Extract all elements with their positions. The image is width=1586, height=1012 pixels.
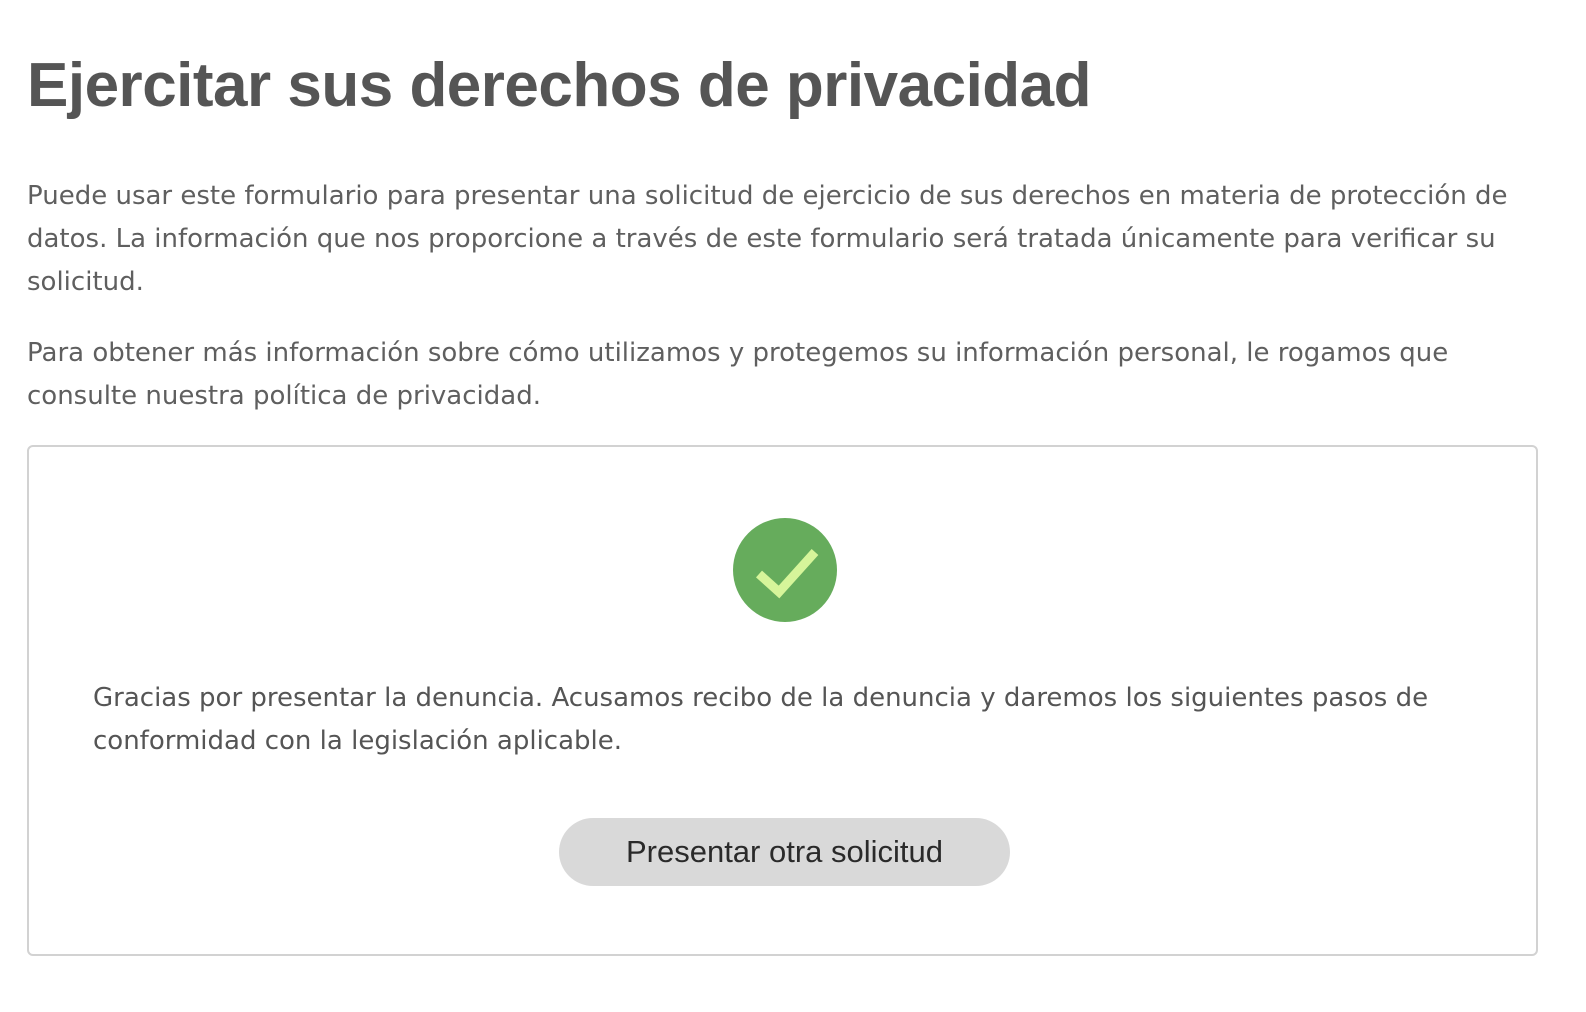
checkmark-icon — [755, 548, 819, 599]
intro-paragraph: Puede usar este formulario para presenta… — [27, 181, 1508, 297]
privacy-policy-paragraph: Para obtener más información sobre cómo … — [27, 338, 1449, 411]
submit-another-request-button[interactable]: Presentar otra solicitud — [559, 818, 1010, 886]
check-circle-icon — [733, 518, 837, 622]
confirmation-card: Gracias por presentar la denuncia. Acusa… — [27, 445, 1538, 956]
confirmation-message: Gracias por presentar la denuncia. Acusa… — [93, 683, 1429, 756]
page-title: Ejercitar sus derechos de privacidad — [27, 51, 1092, 120]
